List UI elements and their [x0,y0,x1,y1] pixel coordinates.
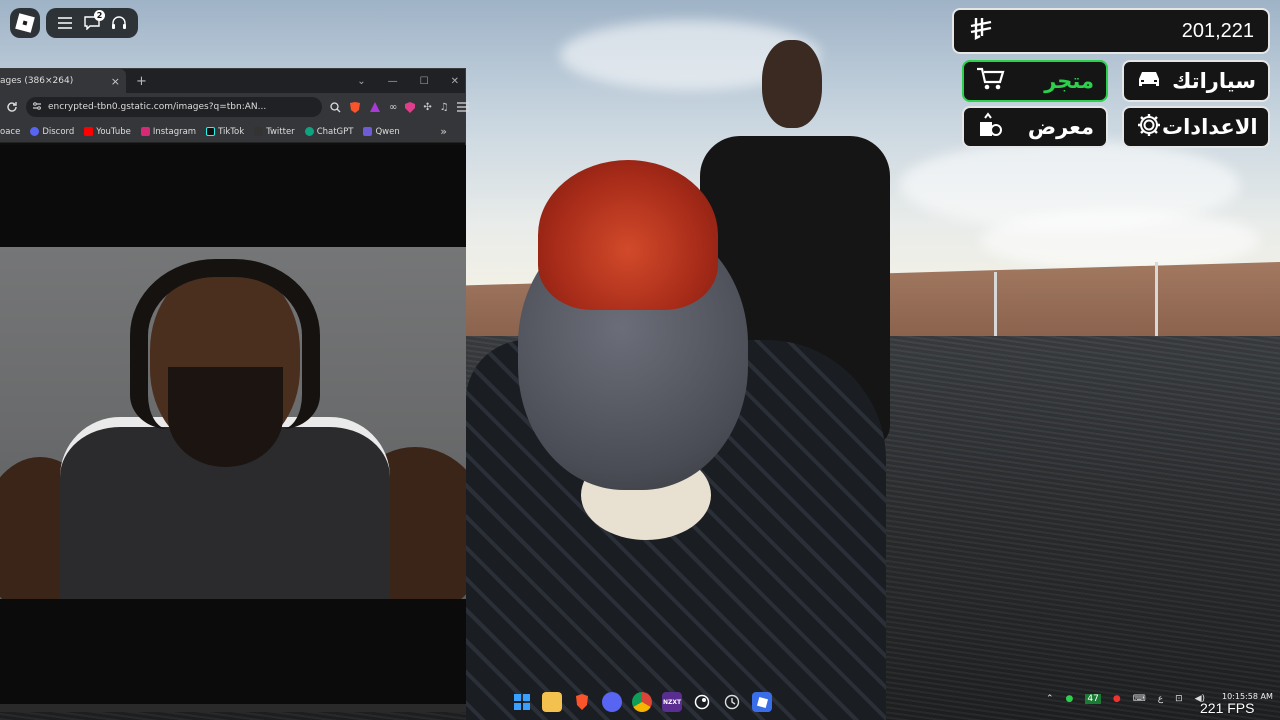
bookmark-tiktok[interactable]: TikTok [206,127,244,137]
reload-icon[interactable] [6,100,18,114]
close-window-icon[interactable]: ✕ [451,76,459,87]
bookmark-discord[interactable]: Discord [30,127,74,137]
discord-icon [30,127,40,136]
light-pole [1155,262,1158,338]
tray-mic-icon[interactable]: ● [1113,694,1121,704]
maximize-icon[interactable]: ☐ [420,76,429,87]
browser-menu-icon[interactable] [456,100,469,114]
money-display: 201,221 [952,8,1270,54]
zoom-icon[interactable] [330,100,341,114]
store-label: متجر [1044,69,1094,93]
headset-icon[interactable] [110,14,128,32]
browser-window[interactable]: ages (386×264) × + ⌄ — ☐ ✕ encrypted-tbn… [0,68,469,705]
page-content [0,145,466,705]
light-pole [994,272,997,338]
instagram-icon [140,127,150,136]
money-amount: 201,221 [1181,19,1254,42]
settings-label: الاعدادات [1162,115,1258,139]
media-controls-icon[interactable]: ♫ [440,100,449,114]
browser-tab[interactable]: ages (386×264) × [0,69,126,93]
hamburger-menu-icon[interactable] [56,14,74,32]
browser-toolbar: encrypted-tbn0.gstatic.com/images?q=tbn:… [0,93,469,121]
youtube-icon [84,127,94,136]
riyal-currency-icon [968,16,994,46]
site-info-icon[interactable] [32,101,42,114]
address-bar[interactable]: encrypted-tbn0.gstatic.com/images?q=tbn:… [26,97,322,117]
input-language-indicator[interactable]: ع [1158,694,1163,704]
shopping-cart-icon [976,67,1006,96]
displayed-image[interactable] [0,247,466,599]
url-text: encrypted-tbn0.gstatic.com/images?q=tbn:… [48,102,267,112]
network-icon[interactable]: ⊡ [1175,694,1183,704]
bookmark-twitter[interactable]: Twitter [254,127,295,137]
chatgpt-icon [304,127,314,136]
bookmarks-overflow-icon[interactable]: » [440,125,447,138]
roblox-logo-icon [15,13,35,33]
bookmark-chatgpt[interactable]: ChatGPT [304,127,353,137]
bookmark-youtube[interactable]: YouTube [84,127,131,137]
file-explorer-icon[interactable] [542,692,562,712]
tab-search-icon[interactable]: ⌄ [357,76,365,87]
roblox-topbar: 2 [46,8,138,38]
keyboard-icon[interactable]: ⌨ [1133,694,1146,704]
settings-button[interactable]: الاعدادات [1122,106,1270,148]
brave-shields-icon[interactable] [349,100,361,114]
gear-icon [1136,112,1162,143]
minimize-icon[interactable]: — [388,76,398,87]
my-cars-label: سياراتك [1172,69,1256,93]
brave-rewards-icon[interactable] [369,100,381,114]
bookmarks-bar: oace Discord YouTube Instagram TikTok Tw… [0,121,465,143]
x-twitter-icon [254,127,264,136]
windows-start-icon[interactable] [512,692,532,712]
extensions-puzzle-icon[interactable]: ✣ [423,100,431,114]
system-tray: ⌃ ● 47 ● ⌨ ع ⊡ ◀) [1046,694,1205,704]
clock-app-icon[interactable] [722,692,742,712]
showroom-button[interactable]: معرض [962,106,1108,148]
windows-taskbar: NZXT ⌃ ● 47 ● ⌨ ع ⊡ ◀) [0,688,1280,720]
my-cars-button[interactable]: سياراتك [1122,60,1270,102]
avatar-hair [538,160,718,310]
brave-icon[interactable] [572,692,592,712]
discord-app-icon[interactable] [602,692,622,712]
bookmark-qwen[interactable]: Qwen [363,127,400,137]
tab-title: ages (386×264) [0,76,74,86]
avatar-head [762,40,822,128]
roblox-app-icon[interactable] [752,692,772,712]
steam-icon[interactable] [692,692,712,712]
extension-shield-icon[interactable] [405,100,416,114]
roblox-menu-button[interactable] [10,8,40,38]
qwen-icon [363,127,373,136]
fps-counter: 221 FPS [1200,700,1255,716]
extension-glasses-icon[interactable]: ∞ [389,100,397,114]
tray-app-icon[interactable]: ● [1066,694,1074,704]
cloud [980,210,1260,270]
window-controls: ⌄ — ☐ ✕ [357,69,459,93]
notification-badge: 2 [93,10,105,21]
taskbar-apps: NZXT [512,692,772,712]
chrome-icon[interactable] [632,692,652,712]
chat-icon[interactable]: 2 [83,10,105,32]
bookmark-item[interactable]: oace [0,127,20,137]
tray-temp-badge[interactable]: 47 [1085,694,1101,704]
car-icon [1136,69,1162,94]
tab-close-icon[interactable]: × [111,75,120,88]
showroom-label: معرض [1027,115,1094,139]
player-avatar[interactable] [466,160,886,720]
tab-bar: ages (386×264) × + ⌄ — ☐ ✕ [0,69,465,93]
tiktok-icon [206,127,216,136]
new-tab-button[interactable]: + [136,74,147,89]
store-button[interactable]: متجر [962,60,1108,102]
nzxt-cam-icon[interactable]: NZXT [662,692,682,712]
bookmark-instagram[interactable]: Instagram [140,127,196,137]
tray-expand-icon[interactable]: ⌃ [1046,694,1054,704]
price-tag-icon [976,111,1002,143]
